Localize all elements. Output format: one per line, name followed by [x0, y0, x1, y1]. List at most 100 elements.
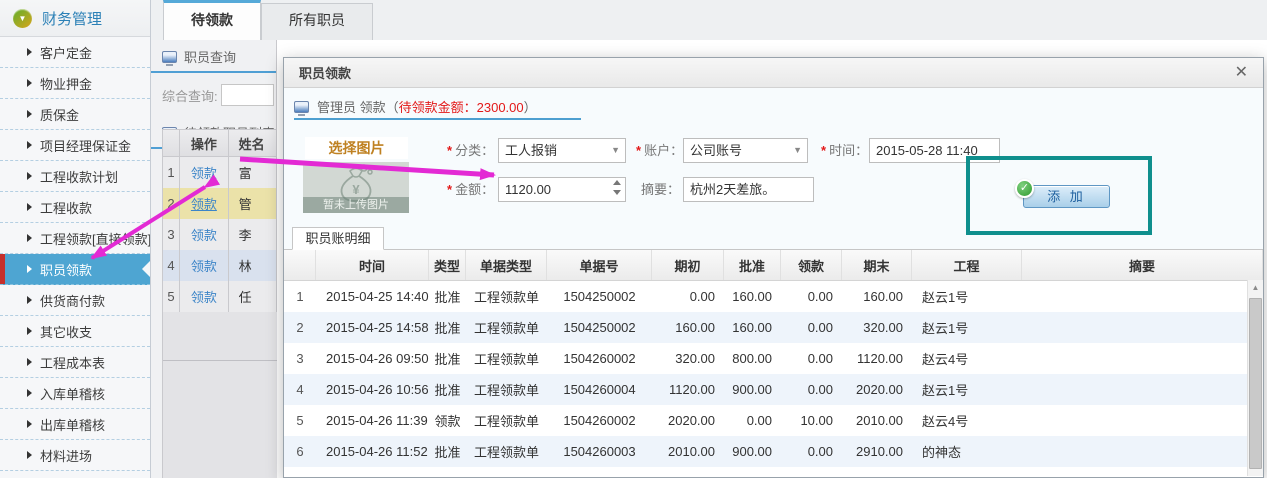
spinner-icons[interactable]: [613, 180, 621, 195]
image-placeholder: ¥ 暂未上传图片: [303, 162, 409, 213]
detail-col-header[interactable]: 领款: [781, 250, 842, 280]
detail-col-header[interactable]: 摘要: [1022, 250, 1263, 280]
sidebar-item[interactable]: 项目经理保证金: [0, 130, 150, 161]
sidebar-item-label: 出库单稽核: [40, 415, 105, 434]
detail-cell: 320.00: [842, 320, 912, 335]
tab-account-detail[interactable]: 职员账明细: [292, 227, 384, 250]
sidebar-item[interactable]: 工程收款: [0, 192, 150, 223]
detail-cell: 批准: [429, 380, 466, 399]
detail-cell: 批准: [429, 349, 466, 368]
detail-cell: 10.00: [781, 413, 842, 428]
detail-cell: 赵云1号: [912, 380, 1022, 399]
detail-col-header[interactable]: 工程: [912, 250, 1022, 280]
dialog-titlebar: 职员领款 ✕: [284, 58, 1263, 88]
detail-row[interactable]: 12015-04-25 14:40批准工程领款单15042500020.0016…: [284, 281, 1263, 312]
sidebar-item[interactable]: 供货商付款: [0, 285, 150, 316]
summary-input[interactable]: 杭州2天差旅。: [683, 177, 814, 202]
detail-table-body: 12015-04-25 14:40批准工程领款单15042500020.0016…: [284, 281, 1263, 467]
detail-col-header[interactable]: [284, 250, 316, 280]
sidebar-item[interactable]: 物业押金: [0, 68, 150, 99]
section-title: 管理员 领款（: [317, 100, 399, 115]
summary-label: 摘要：: [641, 177, 680, 202]
detail-cell: 工程领款单: [466, 411, 547, 430]
detail-cell: 工程领款单: [466, 380, 547, 399]
detail-row[interactable]: 32015-04-26 09:50批准工程领款单1504260002320.00…: [284, 343, 1263, 374]
close-icon[interactable]: ✕: [1235, 65, 1248, 81]
sidebar-item[interactable]: 质保金: [0, 99, 150, 130]
detail-cell: 800.00: [724, 351, 781, 366]
staff-rows: 1领款富2领款管3领款李4领款林5领款任: [163, 157, 277, 312]
detail-col-header[interactable]: 单据号: [547, 250, 652, 280]
detail-row[interactable]: 42015-04-26 10:56批准工程领款单15042600041120.0…: [284, 374, 1263, 405]
detail-col-header[interactable]: 批准: [724, 250, 781, 280]
query-input[interactable]: [221, 84, 274, 106]
staff-table: 操作 姓名 1领款富2领款管3领款李4领款林5领款任: [151, 129, 277, 478]
item-arrow-icon: [27, 79, 32, 87]
detail-cell: 160.00: [724, 289, 781, 304]
withdraw-link[interactable]: 领款: [191, 287, 217, 306]
detail-cell: 批准: [429, 318, 466, 337]
choose-image-button[interactable]: 选择图片: [305, 137, 408, 159]
detail-col-header[interactable]: 单据类型: [466, 250, 547, 280]
scroll-up-icon[interactable]: ▲: [1248, 280, 1263, 296]
detail-cell: 1504260003: [547, 444, 652, 459]
category-select[interactable]: 工人报销▼: [498, 138, 626, 163]
account-select[interactable]: 公司账号▼: [683, 138, 808, 163]
add-button[interactable]: 添 加: [1023, 185, 1110, 208]
detail-col-header[interactable]: 类型: [429, 250, 466, 280]
staff-name: 管: [229, 188, 277, 219]
scrollbar-thumb[interactable]: [1249, 298, 1262, 469]
tab-inactive[interactable]: 所有职员: [261, 3, 373, 40]
detail-row[interactable]: 62015-04-26 11:52批准工程领款单15042600032010.0…: [284, 436, 1263, 467]
detail-cell: 2015-04-25 14:58: [316, 320, 429, 335]
row-number: 5: [163, 281, 180, 312]
detail-col-header[interactable]: 时间: [316, 250, 429, 280]
detail-cell: 160.00: [724, 320, 781, 335]
detail-cell: 160.00: [842, 289, 912, 304]
query-label: 综合查询:: [162, 86, 218, 105]
withdraw-link[interactable]: 领款: [191, 225, 217, 244]
svg-text:¥: ¥: [352, 182, 360, 197]
detail-cell: 0.00: [781, 382, 842, 397]
detail-cell: 1504250002: [547, 289, 652, 304]
amount-input[interactable]: 1120.00: [498, 177, 626, 202]
detail-row[interactable]: 52015-04-26 11:39领款工程领款单15042600022020.0…: [284, 405, 1263, 436]
sidebar-item[interactable]: 工程领款[直接领款]: [0, 223, 150, 254]
sidebar-item-label: 项目经理保证金: [40, 136, 131, 155]
amount-label: *金额：: [447, 177, 494, 202]
staff-row: 2领款管: [163, 188, 277, 219]
staff-row: 5领款任: [163, 281, 277, 312]
sidebar-menu: 客户定金物业押金质保金项目经理保证金工程收款计划工程收款工程领款[直接领款] 职员…: [0, 37, 150, 471]
sidebar-item[interactable]: 出库单稽核: [0, 409, 150, 440]
staff-name: 富: [229, 157, 277, 188]
withdraw-link[interactable]: 领款: [191, 194, 217, 213]
sidebar-item-label: 职员领款: [40, 260, 92, 279]
sidebar-item[interactable]: 工程收款计划: [0, 161, 150, 192]
detail-row[interactable]: 22015-04-25 14:58批准工程领款单1504250002160.00…: [284, 312, 1263, 343]
sidebar-item-label: 供货商付款: [40, 291, 105, 310]
detail-col-header[interactable]: 期末: [842, 250, 912, 280]
detail-table-header: 时间类型单据类型单据号期初批准领款期末工程摘要: [284, 250, 1263, 281]
dialog-title: 职员领款: [299, 63, 1235, 82]
tab-active[interactable]: 待领款: [163, 0, 261, 40]
sidebar-item[interactable]: 其它收支: [0, 316, 150, 347]
pending-amount: 待领款金额：2300.00: [399, 100, 524, 115]
detail-cell: 1120.00: [842, 351, 912, 366]
detail-cell: 6: [284, 444, 316, 459]
detail-cell: 1: [284, 289, 316, 304]
detail-cell: 320.00: [652, 351, 724, 366]
detail-cell: 工程领款单: [466, 442, 547, 461]
sidebar-header[interactable]: ▼ 财务管理: [0, 0, 150, 37]
sidebar-item[interactable]: 职员领款: [0, 254, 150, 285]
sidebar-item[interactable]: 客户定金: [0, 37, 150, 68]
detail-col-header[interactable]: 期初: [652, 250, 724, 280]
withdraw-link[interactable]: 领款: [191, 163, 217, 182]
vertical-scrollbar[interactable]: ▲: [1247, 280, 1263, 476]
sidebar-item[interactable]: 材料进场: [0, 440, 150, 471]
collapse-circle-icon[interactable]: ▼: [13, 9, 32, 28]
sidebar-item-label: 入库单稽核: [40, 384, 105, 403]
withdraw-link[interactable]: 领款: [191, 256, 217, 275]
sidebar-item[interactable]: 工程成本表: [0, 347, 150, 378]
sidebar-item[interactable]: 入库单稽核: [0, 378, 150, 409]
time-input[interactable]: 2015-05-28 11:40: [869, 138, 1000, 163]
